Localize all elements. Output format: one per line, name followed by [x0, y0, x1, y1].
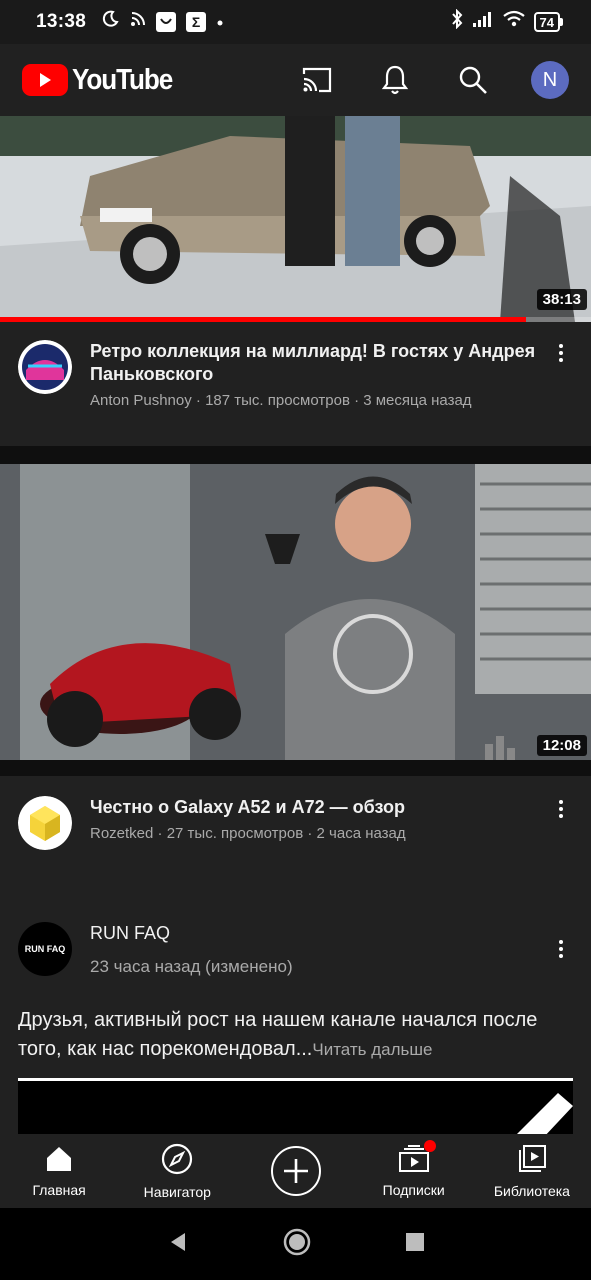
home-icon: [45, 1145, 73, 1178]
nav-subscriptions[interactable]: Подписки: [355, 1134, 473, 1208]
post-header[interactable]: RUN FAQ RUN FAQ 23 часа назад (изменено): [0, 922, 591, 977]
nav-library-label: Библиотека: [493, 1182, 570, 1199]
subscriptions-icon: [398, 1139, 436, 1178]
more-options-icon[interactable]: [549, 796, 573, 850]
moon-icon: [100, 9, 120, 35]
add-icon: [270, 1146, 321, 1196]
review-thumbnail-image: [0, 464, 591, 760]
youtube-logo[interactable]: YouTube: [22, 64, 183, 97]
status-time: 13:38: [36, 11, 87, 32]
dot-icon: [216, 11, 224, 33]
rss-icon: [130, 11, 146, 33]
sigma-app-icon: Σ: [186, 12, 207, 32]
channel-avatar[interactable]: [18, 340, 72, 394]
watch-progress-fill: [0, 317, 526, 322]
app-bar-actions: N: [297, 60, 569, 100]
notification-dot: [423, 1139, 436, 1152]
channel-avatar[interactable]: RUN FAQ: [18, 922, 72, 976]
bottom-navigation: Главная Навигатор Подписки Библиотека: [0, 1134, 591, 1208]
app-bar: YouTube N: [0, 44, 591, 116]
play-logo-icon: [22, 64, 68, 96]
video-duration: 12:08: [536, 735, 587, 756]
cast-icon[interactable]: [297, 60, 337, 100]
video-title[interactable]: Ретро коллекция на миллиард! В гостях у …: [90, 340, 549, 386]
system-navigation-bar: [0, 1208, 591, 1280]
search-icon[interactable]: [453, 60, 493, 100]
battery-icon: 74: [533, 12, 563, 32]
watch-progress-bar: [0, 317, 591, 322]
video-thumbnail[interactable]: 12:08: [0, 464, 591, 760]
wifi-icon: [502, 10, 526, 34]
video-subtitle: Anton Pushnoy · 187 тыс. просмотров · 3 …: [90, 392, 472, 409]
recents-icon[interactable]: [405, 1232, 425, 1257]
nav-create[interactable]: [236, 1134, 354, 1208]
status-right-icons: 74: [450, 8, 563, 35]
library-icon: [517, 1144, 547, 1179]
home-button-icon[interactable]: [283, 1228, 311, 1261]
video-title[interactable]: Честно о Galaxy A52 и A72 — обзор: [90, 796, 549, 819]
car-thumbnail-image: [0, 116, 591, 322]
nav-explore[interactable]: Навигатор: [118, 1134, 236, 1208]
post-text-block[interactable]: Друзья, активный рост на нашем канале на…: [18, 1006, 574, 1064]
video-duration: 38:13: [536, 289, 587, 310]
status-left-icons: Σ: [100, 9, 224, 35]
nav-home-label: Главная: [32, 1181, 86, 1198]
account-avatar[interactable]: N: [531, 61, 569, 99]
channel-avatar[interactable]: [18, 796, 72, 850]
logo-text: YouTube: [72, 63, 173, 96]
post-image[interactable]: [18, 1078, 573, 1138]
signal-icon: [472, 10, 494, 34]
video-meta[interactable]: Ретро коллекция на миллиард! В гостях у …: [0, 340, 591, 409]
bell-icon[interactable]: [375, 60, 415, 100]
post-time: 23 часа назад (изменено): [90, 957, 293, 976]
read-more-link[interactable]: Читать дальше: [312, 1040, 432, 1059]
video-meta[interactable]: Честно о Galaxy A52 и A72 — обзор Rozetk…: [0, 796, 591, 850]
nav-subscriptions-label: Подписки: [382, 1181, 445, 1198]
divider: [0, 760, 591, 776]
compass-icon: [161, 1143, 193, 1180]
video-subtitle: Rozetked · 27 тыс. просмотров · 2 часа н…: [90, 825, 406, 842]
nav-explore-label: Навигатор: [143, 1183, 211, 1200]
notification-app-icon: [156, 12, 177, 32]
status-bar: 13:38 Σ 74: [0, 0, 591, 44]
post-channel-name[interactable]: RUN FAQ: [90, 922, 549, 945]
channel-avatar-text: RUN FAQ: [24, 944, 66, 954]
more-options-icon[interactable]: [549, 922, 573, 977]
post-text: Друзья, активный рост на нашем канале на…: [18, 1009, 538, 1060]
video-thumbnail[interactable]: 38:13: [0, 116, 591, 322]
post-image-graphic: [513, 1093, 573, 1138]
nav-library[interactable]: Библиотека: [473, 1134, 591, 1208]
divider: [0, 446, 591, 464]
back-icon[interactable]: [167, 1231, 189, 1258]
battery-level: 74: [533, 12, 560, 32]
more-options-icon[interactable]: [549, 340, 573, 409]
bluetooth-icon: [450, 8, 464, 35]
nav-home[interactable]: Главная: [0, 1134, 118, 1208]
